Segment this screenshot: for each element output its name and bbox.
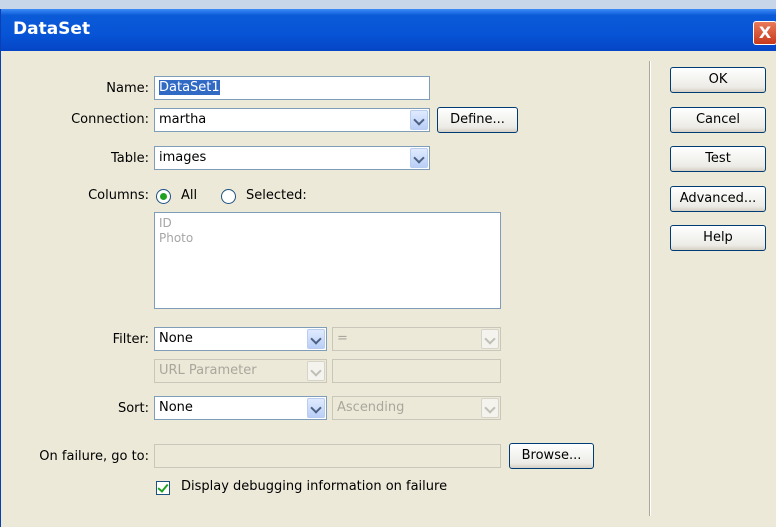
ok-button[interactable]: OK [670, 67, 766, 93]
name-value: DataSet1 [159, 80, 220, 95]
chevron-down-icon [410, 110, 428, 130]
chevron-down-icon [307, 361, 325, 381]
filter-value-field[interactable] [332, 359, 501, 383]
columns-selected-radio[interactable] [221, 189, 236, 204]
sort-select[interactable]: None [154, 396, 327, 420]
help-button[interactable]: Help [670, 225, 766, 251]
connection-value: martha [159, 112, 207, 127]
title-bar: DataSet X [1, 9, 776, 51]
filter-value: None [159, 331, 193, 346]
close-icon: X [758, 23, 772, 42]
sort-order-value: Ascending [337, 400, 405, 415]
debug-checkbox[interactable] [156, 481, 170, 495]
filter-label: Filter: [112, 332, 149, 347]
table-value: images [159, 150, 207, 165]
chevron-down-icon [410, 148, 428, 168]
debug-label: Display debugging information on failure [181, 479, 448, 494]
filter-operator-value: = [337, 331, 348, 346]
dataset-dialog: DataSet X Name: DataSet1 Connection: mar… [0, 9, 776, 527]
chevron-down-icon [481, 398, 499, 418]
table-label: Table: [111, 151, 149, 166]
list-item: ID [159, 216, 172, 230]
advanced-button[interactable]: Advanced... [670, 186, 766, 212]
chevron-down-icon [481, 329, 499, 349]
filter-select[interactable]: None [154, 327, 327, 351]
name-field[interactable]: DataSet1 [154, 76, 430, 100]
chevron-down-icon [307, 398, 325, 418]
connection-select[interactable]: martha [154, 108, 430, 132]
sort-value: None [159, 400, 193, 415]
close-button[interactable]: X [753, 21, 776, 45]
test-button[interactable]: Test [670, 146, 766, 172]
window-title: DataSet [13, 19, 91, 39]
columns-all-radio[interactable] [156, 189, 171, 204]
browse-button[interactable]: Browse... [509, 443, 594, 469]
sort-label: Sort: [117, 401, 149, 416]
cancel-button[interactable]: Cancel [670, 107, 766, 133]
columns-selected-label: Selected: [246, 188, 307, 203]
filter-source-select[interactable]: URL Parameter [154, 359, 327, 383]
failure-label: On failure, go to: [39, 449, 149, 464]
divider [649, 61, 651, 516]
columns-all-label: All [181, 188, 198, 203]
name-label: Name: [106, 81, 149, 96]
table-select[interactable]: images [154, 146, 430, 170]
failure-url-field[interactable] [154, 444, 501, 468]
columns-label: Columns: [88, 188, 149, 203]
filter-operator-select[interactable]: = [332, 327, 501, 351]
define-button[interactable]: Define... [437, 107, 518, 133]
filter-source-value: URL Parameter [159, 363, 257, 378]
chevron-down-icon [307, 329, 325, 349]
columns-list[interactable]: ID Photo [154, 212, 501, 309]
list-item: Photo [159, 231, 194, 245]
sort-order-select[interactable]: Ascending [332, 396, 501, 420]
connection-label: Connection: [71, 112, 149, 127]
